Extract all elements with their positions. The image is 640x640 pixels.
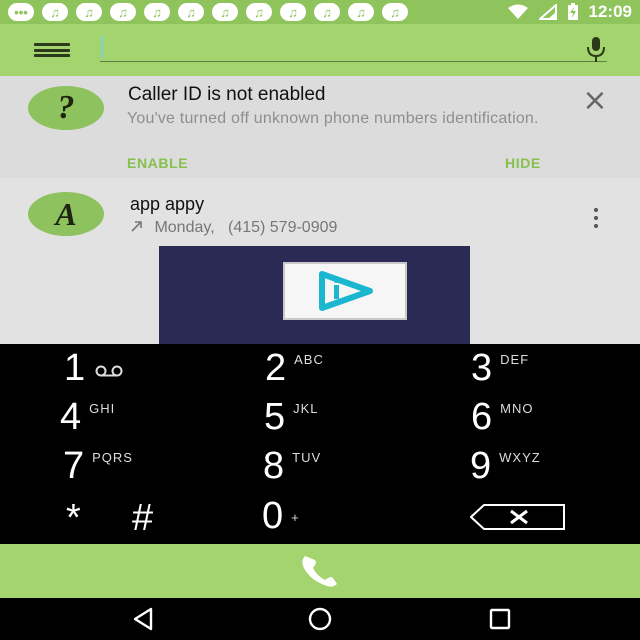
- question-avatar: ?: [28, 86, 104, 130]
- status-time: 12:09: [588, 2, 632, 21]
- key-digit: 7: [63, 445, 85, 487]
- search-field[interactable]: [100, 34, 607, 62]
- key-digit: 6: [471, 396, 493, 438]
- key-letters: GHI: [89, 401, 116, 416]
- system-status-icons: 12:09: [507, 2, 632, 22]
- dial-key-star[interactable]: *: [66, 496, 81, 544]
- key-letters: TUV: [292, 450, 322, 465]
- microphone-icon[interactable]: [582, 34, 610, 64]
- music-note-icon: ♫: [178, 3, 204, 21]
- music-note-icon: ♫: [314, 3, 340, 21]
- more-options-icon[interactable]: [588, 204, 604, 232]
- recent-call-row[interactable]: A app appy Monday, (415) 579-0909: [0, 180, 640, 246]
- navigation-bar: [0, 598, 640, 640]
- search-bar: [0, 24, 640, 76]
- card-message: You've turned off unknown phone numbers …: [127, 110, 539, 127]
- music-note-icon: ♫: [144, 3, 170, 21]
- key-digit: 5: [264, 396, 286, 438]
- key-digit: #: [132, 497, 154, 539]
- music-note-icon: ♫: [246, 3, 272, 21]
- menu-line: [34, 48, 70, 52]
- dial-key-1[interactable]: 1: [64, 346, 123, 394]
- contact-name: app appy: [130, 194, 205, 214]
- menu-button[interactable]: [34, 40, 70, 60]
- dial-key-3[interactable]: 3 DEF: [471, 346, 529, 394]
- dial-key-6[interactable]: 6 MNO: [471, 395, 533, 443]
- status-bar: ••• ♫ ♫ ♫ ♫ ♫ ♫ ♫ ♫ ♫ ♫ ♫ 12:09: [0, 0, 640, 24]
- key-letters: ABC: [294, 352, 324, 367]
- music-note-icon: ♫: [42, 3, 68, 21]
- dial-key-0[interactable]: 0 +: [262, 494, 300, 542]
- music-note-icon: ♫: [212, 3, 238, 21]
- key-digit: 0: [262, 495, 284, 537]
- overflow-dots-icon: •••: [8, 3, 34, 21]
- phone-icon: [302, 556, 337, 587]
- call-log-list: ? Caller ID is not enabled You've turned…: [0, 76, 640, 344]
- dot: [594, 216, 598, 220]
- call-number: (415) 579-0909: [227, 219, 338, 236]
- outgoing-call-arrow-icon: [131, 221, 142, 232]
- text-cursor: [101, 36, 103, 58]
- key-letters: JKL: [293, 401, 319, 416]
- recents-icon[interactable]: [485, 606, 515, 632]
- play-logo-icon: [319, 271, 373, 311]
- key-digit: 3: [471, 347, 493, 389]
- music-note-icon: ♫: [76, 3, 102, 21]
- backspace-icon[interactable]: [470, 504, 566, 530]
- hide-button[interactable]: HIDE: [505, 155, 541, 171]
- key-digit: 2: [265, 347, 287, 389]
- key-letters: WXYZ: [499, 450, 541, 465]
- music-note-icon: ♫: [110, 3, 136, 21]
- key-digit: 8: [263, 445, 285, 487]
- key-letters: PQRS: [92, 450, 133, 465]
- card-title: Caller ID is not enabled: [128, 84, 326, 105]
- music-note-icon: ♫: [348, 3, 374, 21]
- key-letters: MNO: [500, 401, 534, 416]
- voicemail-icon: [95, 365, 123, 377]
- battery-charging-icon: [567, 3, 578, 20]
- contact-avatar: A: [28, 192, 104, 236]
- key-letters: DEF: [500, 352, 530, 367]
- back-icon[interactable]: [128, 606, 158, 632]
- signal-icon: [538, 4, 557, 20]
- video-thumbnail[interactable]: [159, 246, 470, 344]
- dial-key-8[interactable]: 8 TUV: [263, 444, 321, 492]
- call-button[interactable]: [0, 544, 640, 598]
- dot: [594, 224, 598, 228]
- dial-key-hash[interactable]: #: [132, 496, 153, 544]
- call-details: Monday, (415) 579-0909: [130, 219, 337, 237]
- key-digit: *: [66, 497, 81, 539]
- search-input[interactable]: [106, 36, 566, 60]
- menu-line: [34, 54, 70, 57]
- dial-key-5[interactable]: 5 JKL: [264, 395, 319, 443]
- call-day: Monday,: [154, 219, 215, 236]
- dial-key-4[interactable]: 4 GHI: [60, 395, 115, 443]
- caller-id-card: ? Caller ID is not enabled You've turned…: [0, 76, 640, 178]
- dial-key-2[interactable]: 2 ABC: [265, 346, 324, 394]
- enable-button[interactable]: ENABLE: [127, 155, 188, 171]
- wifi-icon: [507, 4, 528, 19]
- dialpad: 1 2 ABC 3 DEF 4 GHI 5 JKL 6 MNO 7 PQRS 8…: [0, 344, 640, 544]
- dot: [594, 208, 598, 212]
- dial-key-9[interactable]: 9 WXYZ: [470, 444, 541, 492]
- app-logo: [283, 262, 407, 320]
- home-icon[interactable]: [305, 606, 335, 632]
- music-note-icon: ♫: [280, 3, 306, 21]
- close-icon[interactable]: ×: [580, 86, 610, 116]
- key-digit: 4: [60, 396, 82, 438]
- menu-line: [34, 43, 70, 46]
- dial-key-7[interactable]: 7 PQRS: [63, 444, 133, 492]
- notification-icons: ••• ♫ ♫ ♫ ♫ ♫ ♫ ♫ ♫ ♫ ♫ ♫: [8, 3, 408, 21]
- key-digit: 9: [470, 445, 492, 487]
- music-note-icon: ♫: [382, 3, 408, 21]
- key-letters: +: [291, 510, 300, 525]
- key-digit: 1: [64, 347, 86, 389]
